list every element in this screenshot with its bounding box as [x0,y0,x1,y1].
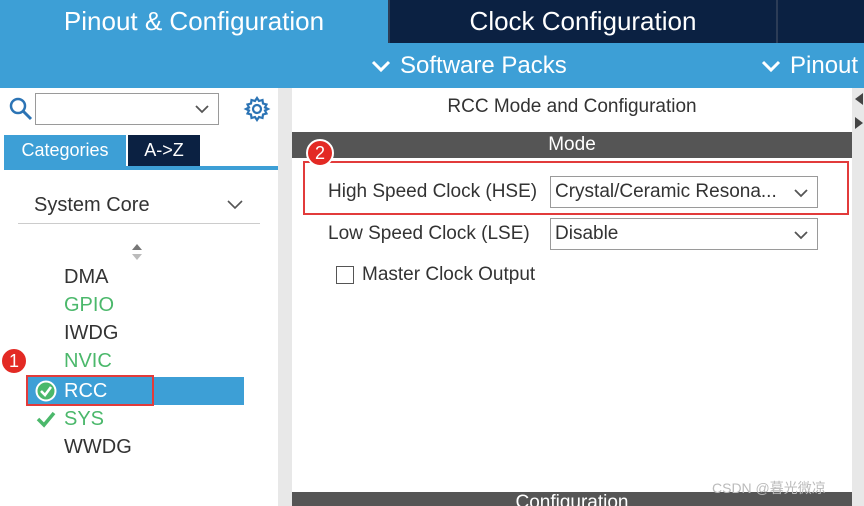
tab-underline [4,166,278,170]
software-packs-label: Software Packs [400,51,567,79]
hse-label: High Speed Clock (HSE) [328,181,538,202]
hse-select-value: Crystal/Ceramic Resona... [555,181,777,202]
list-item-label: GPIO [64,293,115,316]
list-item-label: NVIC [64,349,112,372]
gear-icon[interactable] [243,95,271,123]
chevron-down-icon [761,60,781,72]
tab-categories[interactable]: Categories [4,135,126,166]
master-clock-checkbox[interactable] [336,266,354,284]
search-input[interactable] [35,93,219,125]
panel-title: RCC Mode and Configuration [447,96,697,117]
check-circle-icon [35,380,57,402]
tab-clock-configuration[interactable]: Clock Configuration [390,0,776,43]
chevron-down-icon[interactable] [194,102,210,116]
hse-row: High Speed Clock (HSE) Crystal/Ceramic R… [328,176,818,208]
watermark: CSDN @暮光微凉 [712,480,826,496]
hse-select[interactable]: Crystal/Ceramic Resona... [550,176,818,208]
top-tab-bar: Pinout & Configuration Clock Configurati… [0,0,864,43]
list-item-nvic[interactable]: NVIC [28,347,244,375]
software-packs-menu[interactable]: Software Packs [370,43,567,88]
rcc-config-panel: RCC Mode and Configuration Mode High Spe… [292,88,852,506]
search-icon[interactable] [8,96,34,122]
pinout-menu-label: Pinout [790,51,859,79]
master-clock-label: Master Clock Output [362,264,536,285]
list-item-sys[interactable]: SYS [28,405,244,433]
tab-pinout-configuration[interactable]: Pinout & Configuration [0,0,388,43]
list-item-label: WWDG [64,435,132,458]
lse-label: Low Speed Clock (LSE) [328,223,530,244]
list-item-label: RCC [64,379,108,402]
lse-select[interactable]: Disable [550,218,818,250]
group-select-system-core[interactable]: System Core [18,188,260,224]
chevron-down-icon [794,231,808,240]
collapse-strip[interactable] [852,88,864,506]
panel-divider[interactable] [278,88,292,506]
mode-section-header: Mode [292,132,852,158]
list-item-gpio[interactable]: GPIO [28,291,244,319]
menu-bar: Software Packs Pinout [0,43,864,88]
expand-arrow-icon[interactable] [854,116,864,130]
list-item-wwdg[interactable]: WWDG [28,433,244,461]
list-item-label: SYS [64,407,105,430]
tab-next[interactable] [778,0,864,43]
list-item-iwdg[interactable]: IWDG [28,319,244,347]
categories-panel: Categories A->Z System Core DMA GPIO IWD… [0,88,278,506]
chevron-down-icon [794,189,808,198]
list-item-rcc[interactable]: RCC [28,377,244,405]
chevron-down-icon [227,200,243,210]
annotation-badge-2: 2 [306,139,334,167]
list-item-label: IWDG [64,321,119,344]
sort-icon[interactable] [130,242,144,262]
check-icon [36,411,56,428]
list-item-label: DMA [64,265,109,288]
pinout-menu[interactable]: Pinout [760,43,858,88]
category-tabs: Categories A->Z [4,135,200,166]
tab-a-to-z[interactable]: A->Z [128,135,200,166]
lse-select-value: Disable [555,223,619,244]
chevron-down-icon [371,60,391,72]
annotation-badge-1: 1 [0,347,28,375]
collapse-arrow-icon[interactable] [854,92,864,106]
master-clock-row: Master Clock Output [336,263,535,287]
list-item-dma[interactable]: DMA [28,263,244,291]
lse-row: Low Speed Clock (LSE) Disable [328,218,818,250]
group-label: System Core [34,194,150,216]
